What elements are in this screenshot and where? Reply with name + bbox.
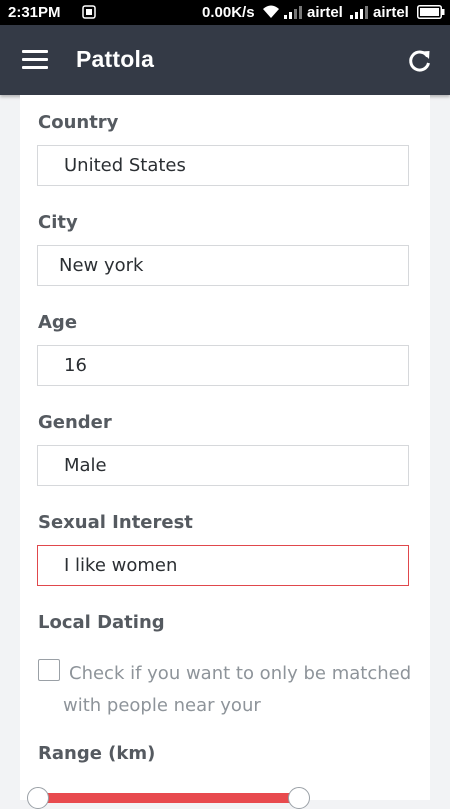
country-label: Country (38, 112, 119, 133)
sexual-interest-value: I like women (64, 555, 178, 576)
status-time: 2:31PM (8, 4, 61, 21)
battery-icon (417, 5, 445, 24)
city-label: City (38, 212, 78, 233)
range-label: Range (km) (38, 743, 156, 764)
refresh-icon[interactable] (407, 48, 433, 74)
hamburger-menu-icon[interactable] (22, 50, 48, 70)
range-slider-track[interactable] (38, 793, 300, 803)
age-value: 16 (64, 355, 87, 376)
local-dating-checkbox[interactable] (38, 659, 60, 681)
profile-form: Country United States City New york Age … (20, 95, 430, 809)
country-field[interactable]: United States (37, 145, 409, 186)
sexual-interest-field[interactable]: I like women (37, 545, 409, 586)
app-bar: Pattola (0, 25, 450, 95)
signal-icon-1 (284, 5, 302, 24)
age-label: Age (38, 312, 78, 333)
carrier-2: airtel (373, 4, 409, 21)
network-speed: 0.00K/s (202, 4, 255, 21)
local-dating-checkbox-text[interactable]: Check if you want to only be matched wit… (63, 658, 413, 722)
wifi-icon (262, 4, 280, 25)
status-bar: 2:31PM 0.00K/s airtel airtel (0, 0, 450, 25)
local-dating-label: Local Dating (38, 612, 165, 633)
range-slider-min-thumb[interactable] (27, 787, 49, 809)
carrier-1: airtel (307, 4, 343, 21)
notification-icon (82, 5, 96, 24)
age-field[interactable]: 16 (37, 345, 409, 386)
app-title: Pattola (76, 46, 155, 72)
country-value: United States (64, 155, 186, 176)
gender-label: Gender (38, 412, 112, 433)
gender-value: Male (64, 455, 107, 476)
range-slider-max-thumb[interactable] (288, 787, 310, 809)
city-value: New york (59, 255, 144, 276)
gender-field[interactable]: Male (37, 445, 409, 486)
signal-icon-2 (350, 5, 368, 24)
city-field[interactable]: New york (37, 245, 409, 286)
sexual-interest-label: Sexual Interest (38, 512, 193, 533)
